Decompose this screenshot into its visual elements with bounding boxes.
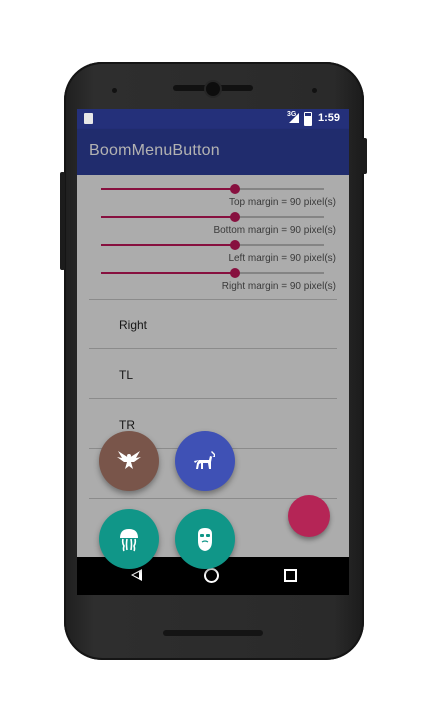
horse-icon	[194, 451, 215, 469]
bearded-face-icon	[198, 528, 212, 551]
boom-button-bearded-face[interactable]	[175, 509, 235, 569]
recents-icon[interactable]	[284, 569, 297, 582]
network-type: 3G	[287, 111, 297, 118]
sd-card-icon	[84, 113, 93, 124]
boom-button-jellyfish[interactable]	[99, 509, 159, 569]
boom-button-eagle[interactable]	[99, 431, 159, 491]
status-bar: 3G 1:59	[77, 109, 349, 129]
bottom-speaker	[163, 630, 263, 636]
sensor-left	[112, 88, 117, 93]
screen: 3G 1:59 BoomMenuButton Top margin = 90 p…	[77, 109, 349, 595]
volume-button	[60, 172, 65, 270]
home-icon[interactable]	[204, 568, 219, 583]
status-time: 1:59	[318, 112, 341, 124]
battery-icon	[304, 112, 312, 126]
power-button	[362, 138, 367, 174]
boom-menu-button[interactable]	[288, 495, 330, 537]
front-camera	[206, 82, 220, 96]
jellyfish-icon	[120, 529, 138, 552]
sensor-right	[312, 88, 317, 93]
eagle-icon	[117, 451, 141, 469]
boom-button-horse[interactable]	[175, 431, 235, 491]
back-icon[interactable]	[131, 569, 142, 581]
